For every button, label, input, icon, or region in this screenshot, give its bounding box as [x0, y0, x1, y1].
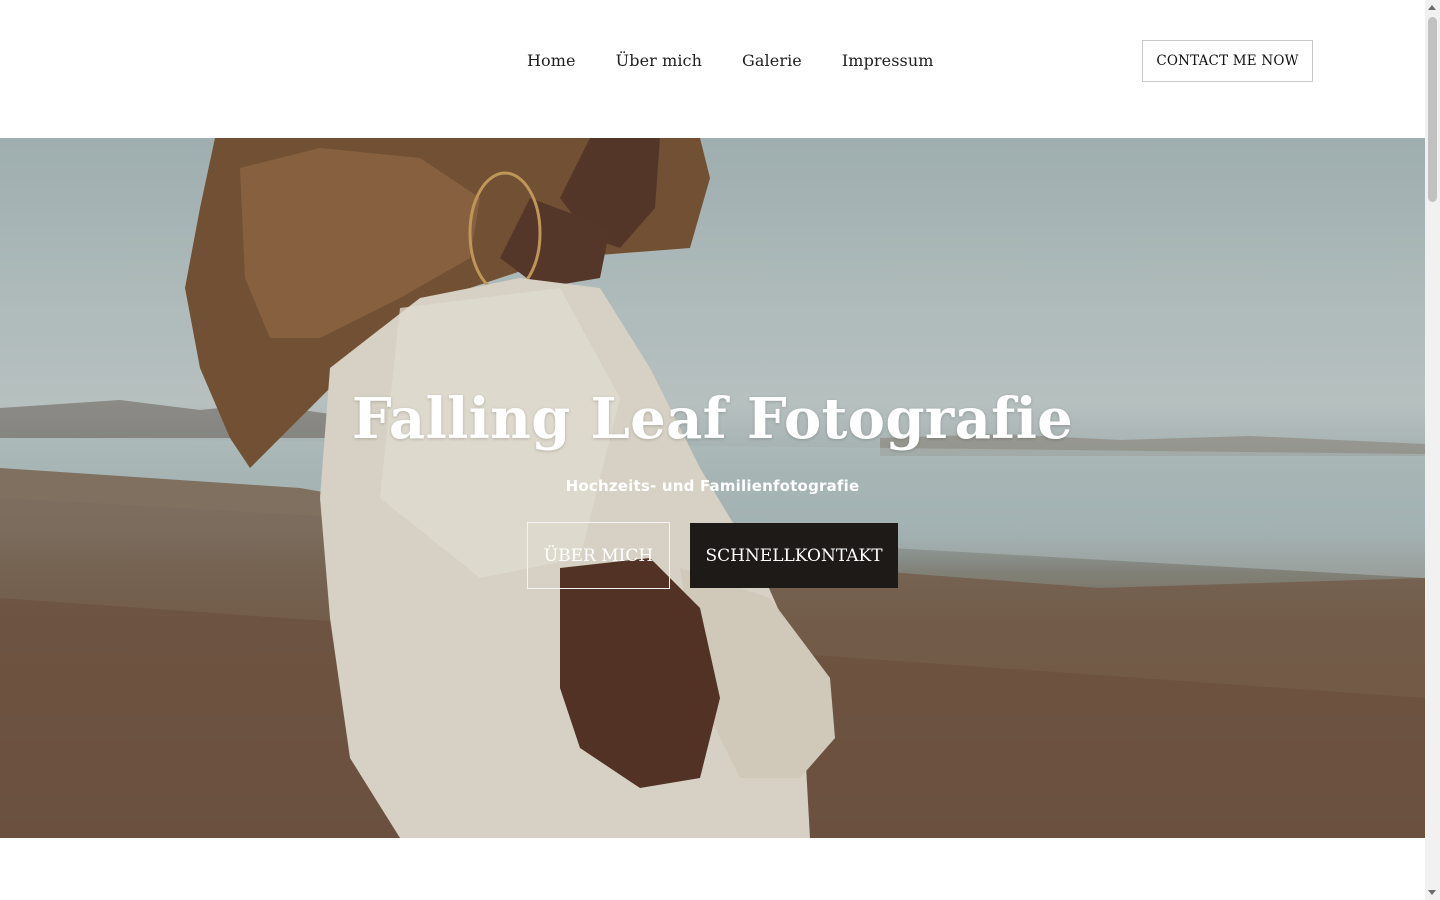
nav-about-link[interactable]: Über mich	[596, 48, 722, 74]
scroll-up-arrow-icon[interactable]	[1428, 5, 1436, 10]
site-header: Home Über mich Galerie Impressum CONTACT…	[0, 0, 1425, 138]
hero-section: Falling Leaf Fotografie Hochzeits- und F…	[0, 138, 1425, 838]
scroll-down-arrow-icon[interactable]	[1428, 890, 1436, 895]
quick-contact-button[interactable]: SCHNELLKONTAKT	[690, 523, 898, 588]
hero-title: Falling Leaf Fotografie	[351, 386, 1074, 452]
nav-home-link[interactable]: Home	[507, 48, 596, 74]
hero-subtitle: Hochzeits- und Familienfotografie	[565, 477, 860, 495]
scroll-thumb[interactable]	[1428, 17, 1437, 202]
nav-gallery-link[interactable]: Galerie	[722, 48, 822, 74]
hero-button-group: ÜBER MICH SCHNELLKONTAKT	[527, 522, 898, 589]
page: Home Über mich Galerie Impressum CONTACT…	[0, 0, 1425, 900]
nav-imprint-link[interactable]: Impressum	[822, 48, 954, 74]
scrollbar[interactable]	[1425, 0, 1440, 900]
contact-me-button[interactable]: CONTACT ME NOW	[1142, 40, 1313, 82]
main-nav: Home Über mich Galerie Impressum	[507, 48, 954, 74]
about-me-button[interactable]: ÜBER MICH	[527, 522, 670, 589]
